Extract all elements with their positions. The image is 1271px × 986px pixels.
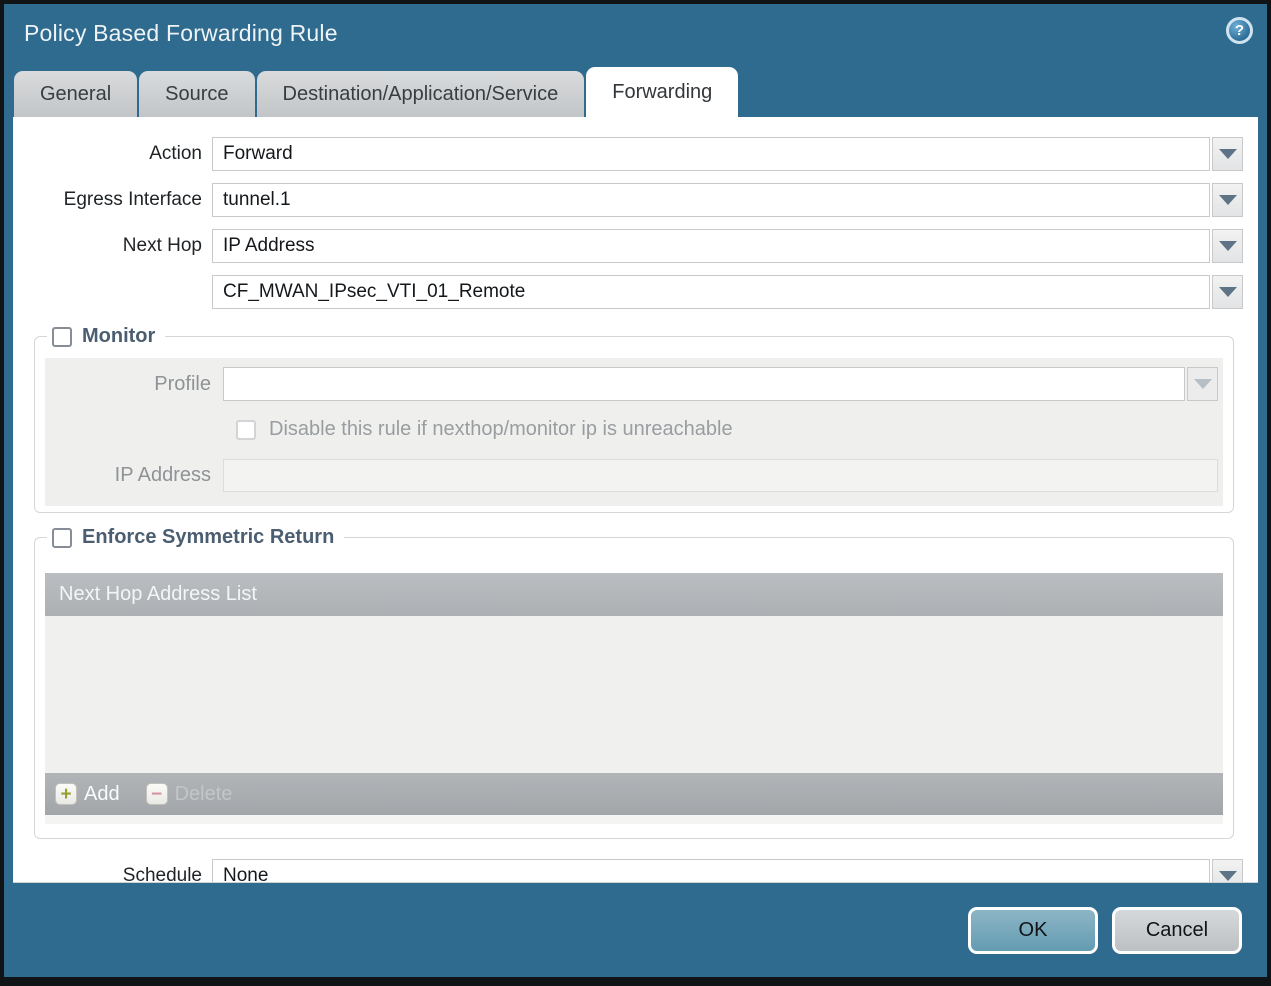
action-row: Action <box>17 137 1243 171</box>
tab-forwarding[interactable]: Forwarding <box>586 67 739 117</box>
monitor-ip-address-row: IP Address <box>45 459 1223 492</box>
symmetric-return-checkbox[interactable] <box>52 527 72 548</box>
monitor-ip-address-input <box>223 459 1218 492</box>
next-hop-combo <box>212 229 1243 263</box>
tab-source-label: Source <box>165 82 229 105</box>
chevron-down-icon <box>1218 195 1237 205</box>
egress-interface-label: Egress Interface <box>63 189 202 210</box>
profile-row: Profile <box>45 367 1223 401</box>
tab-general[interactable]: General <box>14 71 138 117</box>
next-hop-address-combo <box>212 275 1243 309</box>
cancel-button-label: Cancel <box>1145 918 1209 941</box>
tab-destination-application-service-label: Destination/Application/Service <box>282 82 559 105</box>
schedule-row: Schedule <box>17 859 1243 883</box>
delete-button-label: Delete <box>174 782 233 805</box>
add-button[interactable]: + Add <box>55 783 120 806</box>
next-hop-dropdown-button[interactable] <box>1212 229 1243 263</box>
egress-interface-combo <box>212 183 1243 217</box>
chevron-down-icon <box>1218 871 1237 881</box>
schedule-input[interactable] <box>212 859 1210 882</box>
action-dropdown-button[interactable] <box>1212 137 1243 171</box>
next-hop-address-table-body[interactable] <box>45 616 1223 773</box>
symmetric-return-title: Enforce Symmetric Return <box>82 526 335 548</box>
tab-destination-application-service[interactable]: Destination/Application/Service <box>256 71 585 117</box>
egress-interface-dropdown-button[interactable] <box>1212 183 1243 217</box>
disable-rule-row: Disable this rule if nexthop/monitor ip … <box>45 418 1223 441</box>
ok-button-label: OK <box>1018 918 1048 941</box>
schedule-dropdown-button[interactable] <box>1212 859 1243 882</box>
tabstrip: General Source Destination/Application/S… <box>4 62 1267 117</box>
chevron-down-icon <box>1218 149 1237 159</box>
table-scrollbar-strip[interactable] <box>45 815 1223 824</box>
action-combo <box>212 137 1243 171</box>
next-hop-address-table-header-label: Next Hop Address List <box>59 583 257 605</box>
egress-interface-row: Egress Interface <box>17 183 1243 217</box>
add-button-label: Add <box>84 782 120 805</box>
ok-button[interactable]: OK <box>968 906 1098 954</box>
forwarding-tab-panel: Action Egress Interface Next Hop <box>13 117 1258 883</box>
profile-input <box>223 367 1185 401</box>
dialog-footer: OK Cancel <box>4 883 1267 977</box>
help-icon[interactable]: ? <box>1226 17 1253 44</box>
tab-general-label: General <box>40 82 112 105</box>
chevron-down-icon <box>1218 241 1237 251</box>
monitor-legend: Monitor <box>47 323 166 350</box>
next-hop-address-table: Next Hop Address List + Add − Delete <box>45 573 1223 824</box>
next-hop-address-dropdown-button[interactable] <box>1212 275 1243 309</box>
next-hop-row: Next Hop <box>17 229 1243 263</box>
schedule-label: Schedule <box>122 865 202 883</box>
policy-based-forwarding-dialog: Policy Based Forwarding Rule ? General S… <box>0 0 1271 986</box>
next-hop-label: Next Hop <box>122 235 202 256</box>
monitor-checkbox[interactable] <box>52 326 72 347</box>
plus-icon: + <box>55 783 77 805</box>
disable-rule-checkbox <box>236 419 256 440</box>
disable-rule-label: Disable this rule if nexthop/monitor ip … <box>269 418 733 440</box>
symmetric-return-legend: Enforce Symmetric Return <box>47 524 345 551</box>
profile-label: Profile <box>154 372 211 395</box>
action-label: Action <box>149 143 202 164</box>
monitor-ip-address-label: IP Address <box>114 464 211 486</box>
profile-dropdown-button <box>1187 367 1218 401</box>
egress-interface-input[interactable] <box>212 183 1210 217</box>
chevron-down-icon <box>1193 379 1212 389</box>
next-hop-address-table-toolbar: + Add − Delete <box>45 773 1223 815</box>
schedule-combo <box>212 859 1243 882</box>
tab-forwarding-label: Forwarding <box>612 80 713 103</box>
dialog-titlebar: Policy Based Forwarding Rule ? <box>4 4 1267 62</box>
symmetric-return-section: Enforce Symmetric Return Next Hop Addres… <box>34 524 1234 839</box>
monitor-title: Monitor <box>82 325 156 347</box>
minus-icon: − <box>145 783 168 805</box>
next-hop-address-row <box>17 275 1243 309</box>
next-hop-address-input[interactable] <box>212 275 1210 309</box>
monitor-section: Monitor Profile Disable this rule if nex… <box>34 323 1234 513</box>
help-icon-glyph: ? <box>1234 22 1245 39</box>
tab-source[interactable]: Source <box>139 71 255 117</box>
chevron-down-icon <box>1218 287 1237 297</box>
cancel-button[interactable]: Cancel <box>1112 906 1242 954</box>
monitor-panel: Profile Disable this rule if nexthop/mon… <box>45 358 1223 506</box>
delete-button: − Delete <box>145 782 233 806</box>
dialog-title: Policy Based Forwarding Rule <box>24 19 338 46</box>
next-hop-address-table-header: Next Hop Address List <box>45 573 1223 616</box>
action-input[interactable] <box>212 137 1210 171</box>
profile-combo <box>223 367 1218 401</box>
next-hop-type-input[interactable] <box>212 229 1210 263</box>
